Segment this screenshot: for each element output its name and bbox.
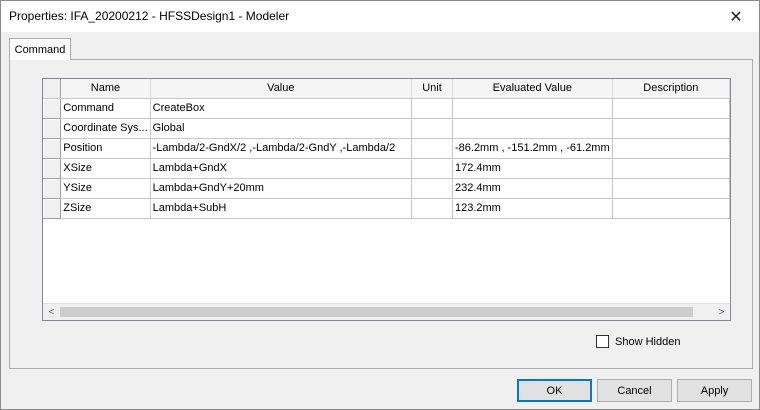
tab-command[interactable]: Command (9, 38, 71, 60)
column-header-description[interactable]: Description (612, 79, 731, 99)
window-title: Properties: IFA_20200212 - HFSSDesign1 -… (9, 9, 290, 23)
cell-evaluated-value: -86.2mm , -151.2mm , -61.2mm (452, 138, 613, 159)
cell-evaluated-value: 232.4mm (452, 178, 613, 199)
show-hidden-checkbox[interactable] (596, 335, 609, 348)
cell-value[interactable]: Lambda+SubH (150, 198, 413, 219)
row-selector[interactable] (43, 98, 62, 119)
close-icon[interactable]: ✕ (713, 1, 759, 32)
cell-unit[interactable] (411, 118, 453, 139)
row-selector[interactable] (43, 198, 62, 219)
cell-value[interactable]: -Lambda/2-GndX/2 ,-Lambda/2-GndY ,-Lambd… (150, 138, 413, 159)
cell-description[interactable] (612, 138, 731, 159)
properties-grid: Name Value Unit Evaluated Value Descript… (42, 78, 731, 321)
cell-name: ZSize (60, 198, 151, 219)
column-header-evaluated-value[interactable]: Evaluated Value (452, 79, 613, 99)
apply-button[interactable]: Apply (677, 379, 752, 402)
cell-evaluated-value: 123.2mm (452, 198, 613, 219)
cell-description[interactable] (612, 118, 731, 139)
cancel-button[interactable]: Cancel (597, 379, 672, 402)
scroll-right-icon[interactable]: > (713, 304, 730, 320)
table-row[interactable]: Position -Lambda/2-GndX/2 ,-Lambda/2-Gnd… (43, 138, 731, 159)
cell-value[interactable]: Global (150, 118, 413, 139)
cell-unit[interactable] (411, 158, 453, 179)
table-row[interactable]: Command CreateBox (43, 98, 731, 119)
title-bar: Properties: IFA_20200212 - HFSSDesign1 -… (1, 1, 759, 32)
row-selector[interactable] (43, 138, 62, 159)
cell-description[interactable] (612, 178, 731, 199)
cell-evaluated-value (452, 118, 613, 139)
cell-name: Position (60, 138, 151, 159)
table-row[interactable]: ZSize Lambda+SubH 123.2mm (43, 198, 731, 219)
properties-table: Name Value Unit Evaluated Value Descript… (43, 79, 731, 219)
cell-name: XSize (60, 158, 151, 179)
cell-unit[interactable] (411, 198, 453, 219)
table-row[interactable]: YSize Lambda+GndY+20mm 232.4mm (43, 178, 731, 199)
properties-dialog: Properties: IFA_20200212 - HFSSDesign1 -… (0, 0, 760, 410)
table-header-row: Name Value Unit Evaluated Value Descript… (43, 79, 731, 99)
scrollbar-thumb[interactable] (60, 307, 693, 317)
cell-evaluated-value (452, 98, 613, 119)
cell-value[interactable]: Lambda+GndX (150, 158, 413, 179)
ok-button[interactable]: OK (517, 379, 592, 402)
row-selector[interactable] (43, 118, 62, 139)
cell-name: Command (60, 98, 151, 119)
corner-header (43, 79, 62, 99)
scroll-left-icon[interactable]: < (43, 304, 60, 320)
table-row[interactable]: XSize Lambda+GndX 172.4mm (43, 158, 731, 179)
column-header-name[interactable]: Name (60, 79, 151, 99)
cell-name: Coordinate Sys... (60, 118, 151, 139)
horizontal-scrollbar[interactable]: < > (43, 303, 730, 320)
cell-evaluated-value: 172.4mm (452, 158, 613, 179)
table-row[interactable]: Coordinate Sys... Global (43, 118, 731, 139)
cell-value[interactable]: Lambda+GndY+20mm (150, 178, 413, 199)
cell-unit[interactable] (411, 98, 453, 119)
show-hidden-option[interactable]: Show Hidden (596, 335, 680, 348)
tab-panel-command: Name Value Unit Evaluated Value Descript… (9, 59, 753, 369)
show-hidden-label: Show Hidden (615, 335, 681, 348)
row-selector[interactable] (43, 158, 62, 179)
row-selector[interactable] (43, 178, 62, 199)
cell-unit[interactable] (411, 138, 453, 159)
cell-unit[interactable] (411, 178, 453, 199)
column-header-unit[interactable]: Unit (411, 79, 453, 99)
cell-description[interactable] (612, 98, 731, 119)
column-header-value[interactable]: Value (150, 79, 413, 99)
cell-name: YSize (60, 178, 151, 199)
cell-description[interactable] (612, 198, 731, 219)
cell-value[interactable]: CreateBox (150, 98, 413, 119)
cell-description[interactable] (612, 158, 731, 179)
